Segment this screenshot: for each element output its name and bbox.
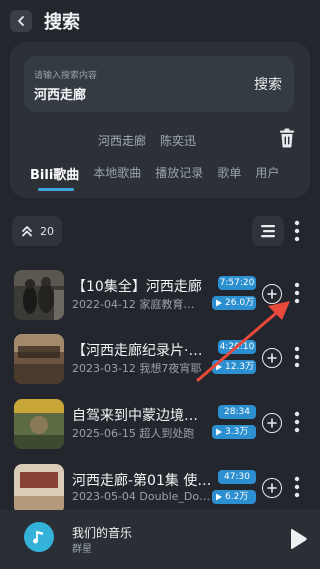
add-to-playlist-button[interactable] (262, 284, 282, 304)
song-more-button[interactable] (292, 411, 302, 437)
play-count-badge: 26.0万 (212, 296, 256, 310)
song-item[interactable]: 【河西走廊纪录片·… 2023-03-12 我想7夜宵耶 4:20:10 12.… (0, 334, 320, 398)
song-more-button[interactable] (292, 282, 302, 308)
tab-bar: Bili歌曲 本地歌曲 播放记录 歌单 用户 (28, 164, 286, 191)
double-chevron-up-icon (22, 226, 32, 237)
plus-icon (267, 289, 277, 299)
play-icon (216, 428, 222, 436)
play-icon (291, 529, 307, 549)
play-count: 6.2万 (225, 492, 249, 502)
header-bar: 搜索 (0, 0, 320, 44)
plus-icon (267, 353, 277, 363)
play-button[interactable] (288, 528, 308, 554)
more-vertical-icon (294, 220, 300, 242)
duration-badge: 7:57:20 (218, 276, 256, 290)
song-item[interactable]: 自驾来到中蒙边境… 2025-06-15 超人到处跑 28:34 3.3万 (0, 399, 320, 463)
play-icon (216, 493, 222, 501)
song-title: 自驾来到中蒙边境… (72, 408, 198, 424)
tab-users[interactable]: 用户 (248, 164, 286, 183)
player-track-title: 我们的音乐 (72, 526, 133, 540)
add-to-playlist-button[interactable] (262, 348, 282, 368)
song-title: 河西走廊-第01集 使… (72, 473, 212, 489)
toolbar-more-button[interactable] (292, 220, 302, 246)
more-vertical-icon (294, 411, 300, 433)
play-count: 26.0万 (225, 298, 255, 308)
back-button[interactable] (10, 10, 32, 32)
more-vertical-icon (294, 476, 300, 498)
play-count: 3.3万 (225, 427, 249, 437)
duration-badge: 28:34 (218, 405, 256, 419)
player-artist: 群星 (72, 544, 92, 555)
song-item[interactable]: 【10集全】河西走廊 2022-04-12 家庭教育… 7:57:20 26.0… (0, 270, 320, 334)
music-note-icon (33, 531, 43, 544)
song-more-button[interactable] (292, 346, 302, 372)
song-title: 【河西走廊纪录片·… (72, 343, 203, 359)
song-thumbnail (14, 399, 64, 449)
history-item[interactable]: 陈奕迅 (160, 132, 196, 149)
play-icon (216, 363, 222, 371)
tab-bili-songs[interactable]: Bili歌曲 (28, 164, 86, 191)
search-value[interactable]: 河西走廊 (34, 84, 86, 103)
play-count-badge: 6.2万 (212, 490, 256, 504)
list-icon (261, 225, 275, 238)
search-placeholder: 请输入搜索内容 (34, 71, 98, 81)
song-subtitle: 2025-06-15 超人到处跑 (72, 427, 195, 440)
page-title: 搜索 (44, 12, 80, 33)
song-subtitle: 2022-04-12 家庭教育… (72, 298, 195, 311)
plus-icon (267, 483, 277, 493)
album-art (24, 522, 54, 552)
song-title: 【10集全】河西走廊 (72, 279, 202, 295)
tab-play-history[interactable]: 播放记录 (148, 164, 210, 183)
song-thumbnail (14, 334, 64, 384)
search-panel: 请输入搜索内容 河西走廊 搜索 河西走廊 陈奕迅 Bili歌曲 本地歌曲 播放记… (10, 42, 310, 198)
play-count-badge: 3.3万 (212, 425, 256, 439)
add-to-playlist-button[interactable] (262, 478, 282, 498)
result-count: 20 (40, 224, 54, 238)
add-to-playlist-button[interactable] (262, 413, 282, 433)
clear-history-button[interactable] (278, 128, 296, 148)
song-subtitle: 2023-05-04 Double_Dou… (72, 490, 214, 503)
song-thumbnail (14, 464, 64, 514)
duration-badge: 47:30 (218, 470, 256, 484)
play-icon (216, 299, 222, 307)
duration-badge: 4:20:10 (218, 340, 256, 354)
song-more-button[interactable] (292, 476, 302, 502)
more-vertical-icon (294, 282, 300, 304)
play-count: 12.3万 (225, 362, 255, 372)
tab-local-songs[interactable]: 本地歌曲 (86, 164, 148, 183)
play-count-badge: 12.3万 (212, 360, 256, 374)
search-button[interactable]: 搜索 (254, 74, 282, 94)
song-thumbnail (14, 270, 64, 320)
history-item[interactable]: 河西走廊 (98, 132, 146, 149)
song-subtitle: 2023-03-12 我想7夜宵耶 (72, 362, 202, 375)
search-input[interactable]: 请输入搜索内容 河西走廊 搜索 (24, 56, 294, 112)
chevron-left-icon (18, 16, 24, 26)
trash-icon (280, 128, 294, 148)
collapse-button[interactable]: 20 (12, 216, 62, 246)
plus-icon (267, 418, 277, 428)
more-vertical-icon (294, 346, 300, 368)
tab-playlists[interactable]: 歌单 (210, 164, 248, 183)
search-history: 河西走廊 陈奕迅 (98, 132, 196, 149)
mini-player[interactable]: 我们的音乐 群星 (0, 510, 320, 569)
list-view-button[interactable] (252, 216, 284, 246)
